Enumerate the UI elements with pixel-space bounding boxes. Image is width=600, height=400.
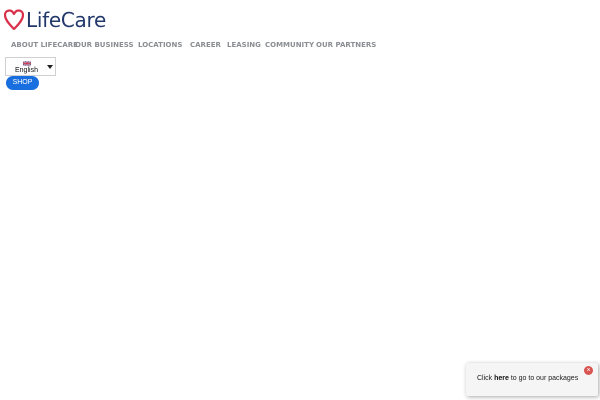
caret-down-icon: [47, 65, 53, 69]
nav-item-our-partners[interactable]: OUR PARTNERS: [316, 41, 376, 49]
popup-prefix: Click: [477, 375, 495, 382]
popup-message: Click here to go to our packages: [477, 375, 578, 382]
nav-item-about-lifecare[interactable]: ABOUT LIFECARE: [11, 41, 78, 49]
page: LifeCare ABOUT LIFECARE OUR BUSINESS LOC…: [0, 0, 600, 400]
uk-flag-icon: [23, 61, 31, 66]
packages-popup: Click here to go to our packages ×: [466, 363, 598, 396]
nav-item-our-business[interactable]: OUR BUSINESS: [75, 41, 134, 49]
nav-item-leasing[interactable]: LEASING: [227, 41, 261, 49]
heart-logo-icon: [4, 9, 24, 31]
shop-button[interactable]: SHOP: [6, 76, 39, 90]
close-icon[interactable]: ×: [584, 366, 593, 375]
logo-link[interactable]: LifeCare: [4, 8, 106, 32]
nav-item-career[interactable]: CAREER: [190, 41, 221, 49]
nav-item-locations[interactable]: LOCATIONS: [138, 41, 182, 49]
logo-text: LifeCare: [26, 8, 106, 32]
language-select[interactable]: English: [5, 57, 56, 76]
popup-here-link[interactable]: here: [494, 375, 509, 382]
popup-suffix: to go to our packages: [508, 375, 579, 382]
language-label: English: [15, 67, 38, 74]
nav-item-community[interactable]: COMMUNITY: [265, 41, 314, 49]
